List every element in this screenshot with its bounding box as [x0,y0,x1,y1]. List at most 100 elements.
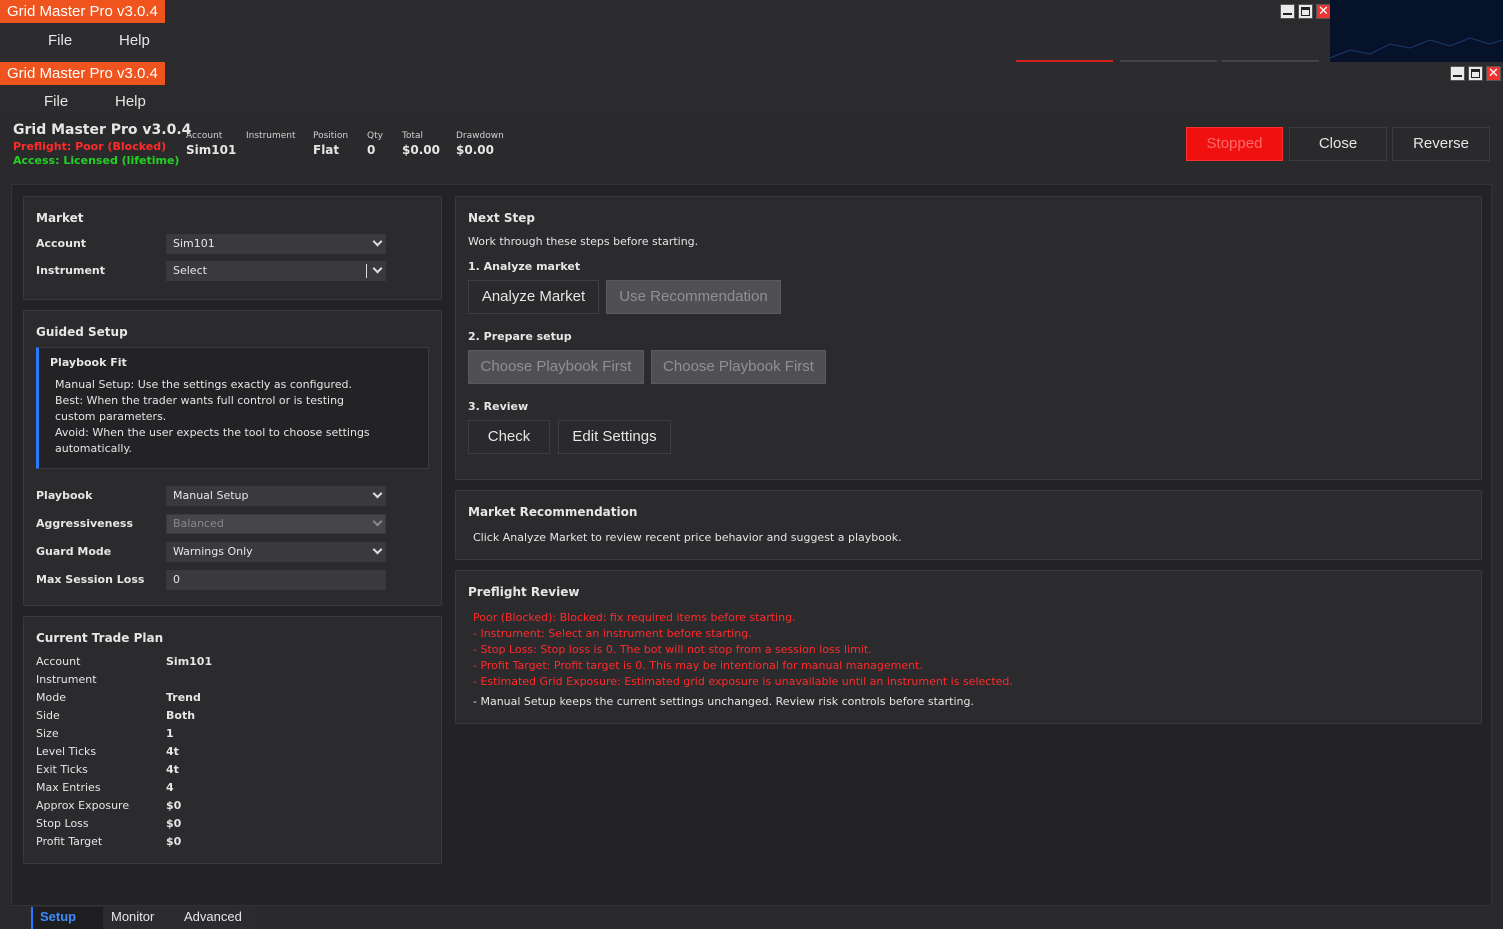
preflight-error: - Estimated Grid Exposure: Estimated gri… [473,675,1013,688]
trade-plan-row-value: 4t [166,745,179,758]
preflight-error: - Profit Target: Profit target is 0. Thi… [473,659,923,672]
menu-help[interactable]: Help [115,93,146,110]
window-title: Grid Master Pro v3.0.4 [0,62,165,85]
menu-file[interactable]: File [44,93,68,110]
market-title: Market [36,211,84,225]
trade-plan-row-value: Trend [166,691,201,704]
preflight-error: - Stop Loss: Stop loss is 0. The bot wil… [473,643,872,656]
tab-advanced[interactable]: Advanced [177,907,255,929]
stat-account-value: Sim101 [186,143,237,157]
guard-mode-label: Guard Mode [36,545,112,558]
stat-position-label: Position [313,131,349,141]
market-recommendation-panel: Market Recommendation Click Analyze Mark… [455,490,1482,560]
preflight-error: - Instrument: Select an instrument befor… [473,627,752,640]
chevron-down-icon [372,263,383,274]
preflight-review-title: Preflight Review [468,585,580,599]
close-button[interactable]: Close [1289,127,1387,161]
account-select-value: Sim101 [173,237,215,250]
trade-plan-row-label: Exit Ticks [36,763,88,776]
aggressiveness-label: Aggressiveness [36,517,134,530]
trade-plan-row-value: $0 [166,817,182,830]
background-menubar: File Help [0,24,1330,62]
trade-plan-row-value: 4 [166,781,174,794]
aggressiveness-select-value: Balanced [173,517,224,530]
instrument-select[interactable]: Select [166,261,386,281]
background-chart-area [1329,0,1503,62]
playbook-fit-box: Playbook Fit Manual Setup: Use the setti… [36,347,429,469]
stat-instrument-label: Instrument [246,131,296,141]
trade-plan-row-label: Side [36,709,60,722]
instrument-select-value: Select [173,264,207,277]
preflight-note: - Manual Setup keeps the current setting… [473,695,974,708]
playbook-fit-line: Avoid: When the user expects the tool to… [55,426,370,455]
choose-playbook-button-1[interactable]: Choose Playbook First [468,350,644,384]
background-menu-help[interactable]: Help [119,32,150,49]
minimize-icon[interactable] [1280,4,1295,19]
close-icon[interactable]: ✕ [1486,66,1501,81]
close-icon[interactable]: ✕ [1316,4,1331,19]
stopped-button[interactable]: Stopped [1186,127,1283,161]
aggressiveness-select: Balanced [166,514,386,534]
guard-mode-select[interactable]: Warnings Only [166,542,386,562]
trade-plan-row-label: Instrument [36,673,97,686]
main-window: Grid Master Pro v3.0.4 ✕ File Help Grid … [0,62,1503,929]
stat-total-value: $0.00 [402,143,440,157]
guided-setup-panel: Guided Setup Playbook Fit Manual Setup: … [23,310,442,606]
trade-plan-row-value: Both [166,709,196,722]
stat-drawdown-label: Drawdown [456,131,504,141]
next-step-title: Next Step [468,211,535,225]
playbook-fit-line: Manual Setup: Use the settings exactly a… [55,378,353,391]
trade-plan-row-value: Sim101 [166,655,213,668]
analyze-market-button[interactable]: Analyze Market [468,280,599,314]
minimize-icon[interactable] [1450,66,1465,81]
app-title: Grid Master Pro v3.0.4 [13,122,192,138]
stat-qty-label: Qty [367,131,383,141]
menubar: File Help [0,85,1503,115]
stat-account-label: Account [186,131,223,141]
maximize-icon[interactable] [1468,66,1483,81]
playbook-select-value: Manual Setup [173,489,249,502]
stat-drawdown-value: $0.00 [456,143,494,157]
trade-plan-title: Current Trade Plan [36,631,164,645]
playbook-fit-line: Best: When the trader wants full control… [55,394,345,423]
reverse-button[interactable]: Reverse [1392,127,1490,161]
background-menu-file[interactable]: File [48,32,72,49]
trade-plan-row-value: $0 [166,835,182,848]
playbook-fit-title: Playbook Fit [50,356,127,369]
step-1-label: 1. Analyze market [468,260,581,273]
check-button[interactable]: Check [468,420,550,454]
chevron-down-icon [372,544,383,555]
trade-plan-row-label: Account [36,655,81,668]
tab-setup[interactable]: Setup [31,907,103,929]
tab-monitor[interactable]: Monitor [104,907,176,929]
playbook-select[interactable]: Manual Setup [166,486,386,506]
maximize-icon[interactable] [1298,4,1313,19]
select-separator [366,264,367,278]
edit-settings-button[interactable]: Edit Settings [558,420,671,454]
trade-plan-row-label: Stop Loss [36,817,89,830]
trade-plan-row-label: Level Ticks [36,745,97,758]
access-status: Access: Licensed (lifetime) [13,154,180,167]
trade-plan-row-label: Max Entries [36,781,101,794]
trade-plan-row-label: Approx Exposure [36,799,130,812]
step-2-label: 2. Prepare setup [468,330,572,343]
background-window-title: Grid Master Pro v3.0.4 [0,0,165,23]
stat-total-label: Total [402,131,424,141]
trade-plan-row-value: 4t [166,763,179,776]
account-label: Account [36,237,87,250]
max-session-loss-value: 0 [173,573,180,586]
next-step-panel: Next Step Work through these steps befor… [455,196,1482,480]
background-window: Grid Master Pro v3.0.4 ✕ File Help [0,0,1331,62]
account-select[interactable]: Sim101 [166,234,386,254]
max-session-loss-input[interactable]: 0 [166,570,386,590]
stat-qty-value: 0 [367,143,376,157]
guided-setup-title: Guided Setup [36,325,128,339]
chart-lines-icon [1329,37,1503,59]
chevron-down-icon [372,516,383,527]
chevron-down-icon [372,488,383,499]
choose-playbook-button-2[interactable]: Choose Playbook First [651,350,826,384]
use-recommendation-button[interactable]: Use Recommendation [606,280,781,314]
playbook-fit-text: Manual Setup: Use the settings exactly a… [55,377,385,457]
playbook-label: Playbook [36,489,93,502]
chevron-down-icon [372,236,383,247]
